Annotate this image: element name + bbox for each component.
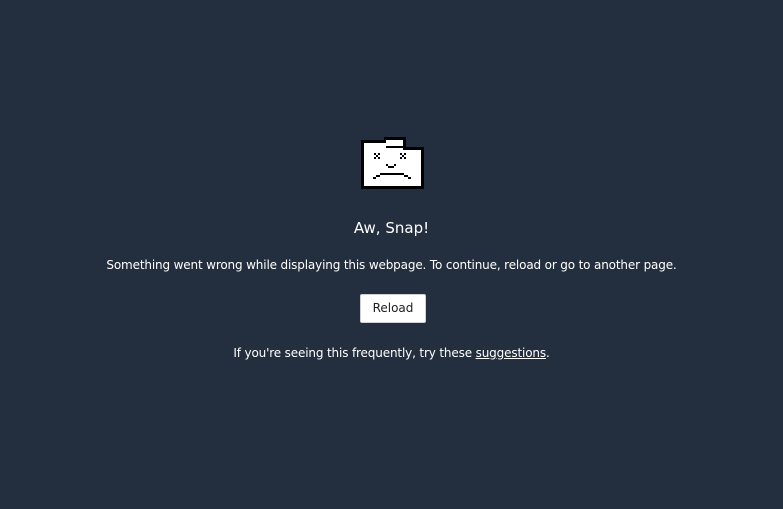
sad-folder-icon [360, 137, 426, 190]
error-title: Aw, Snap! [353, 219, 430, 237]
suggestions-link[interactable]: suggestions [476, 346, 546, 360]
help-text-prefix: If you're seeing this frequently, try th… [233, 346, 476, 360]
sad-tab-page: Aw, Snap! Something went wrong while dis… [0, 0, 783, 509]
reload-button[interactable]: Reload [360, 294, 426, 323]
error-message: Something went wrong while displaying th… [106, 258, 677, 272]
help-text: If you're seeing this frequently, try th… [0, 345, 783, 361]
help-text-suffix: . [545, 346, 550, 360]
